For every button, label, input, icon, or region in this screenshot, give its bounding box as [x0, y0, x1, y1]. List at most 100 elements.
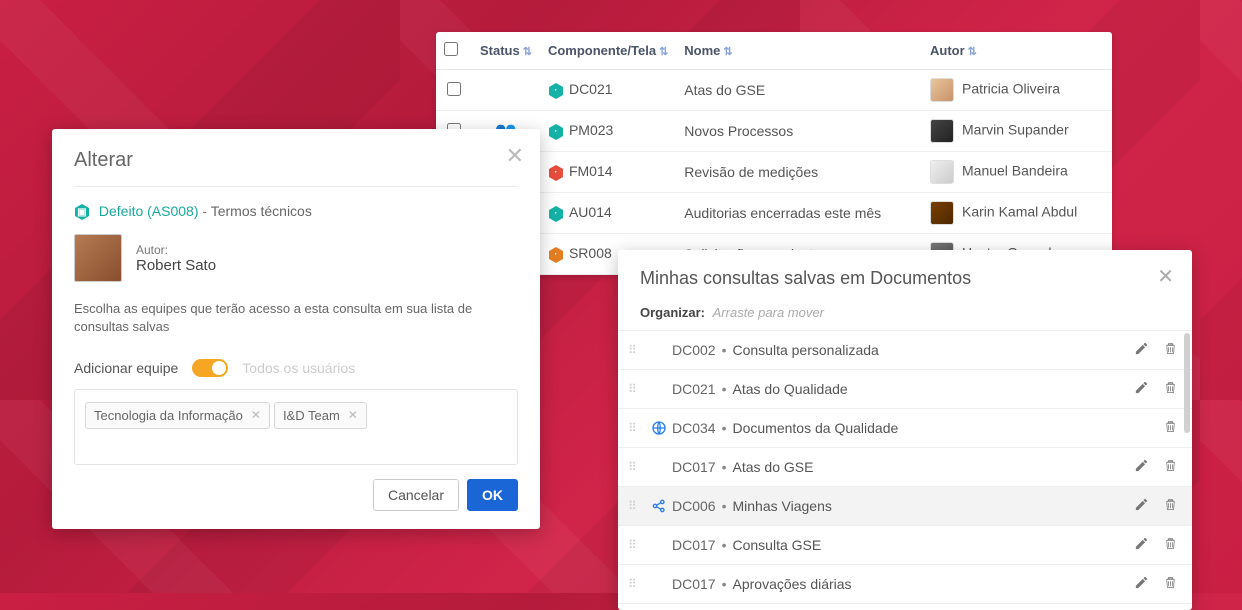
saved-query-row[interactable]: ⠿DC002•Consulta personalizada [618, 331, 1192, 370]
saved-query-code: DC034 [672, 420, 716, 436]
drag-handle-icon[interactable]: ⠿ [628, 421, 646, 435]
defect-line: ▣ Defeito (AS008) - Termos técnicos [74, 203, 518, 220]
saved-queries-list: ⠿DC002•Consulta personalizada⠿DC021•Atas… [618, 330, 1192, 604]
dialog-description: Escolha as equipes que terão acesso a es… [74, 300, 518, 336]
row-autor: Manuel Bandeira [922, 152, 1112, 193]
avatar [930, 119, 954, 143]
organize-label: Organizar: [640, 305, 705, 320]
cancel-button[interactable]: Cancelar [373, 479, 459, 511]
row-autor: Patricia Oliveira [922, 70, 1112, 111]
author-name: Karin Kamal Abdul [962, 204, 1077, 220]
header-componente[interactable]: Componente/Tela⇅ [540, 32, 676, 70]
drag-handle-icon[interactable]: ⠿ [628, 538, 646, 552]
saved-query-row[interactable]: ⠿DC006•Minhas Viagens [618, 487, 1192, 526]
header-checkbox-cell [436, 32, 472, 70]
avatar [930, 160, 954, 184]
type-icon: · [548, 247, 564, 263]
row-componente: ·FM014 [540, 152, 676, 193]
edit-icon[interactable] [1134, 380, 1149, 398]
edit-icon[interactable] [1134, 497, 1149, 515]
author-name: Robert Sato [136, 257, 216, 274]
sort-icon: ⇅ [523, 46, 532, 58]
saved-query-row[interactable]: ⠿DC017•Aprovações diárias [618, 565, 1192, 604]
saved-query-title: Consulta GSE [733, 537, 1135, 553]
add-team-toggle[interactable] [192, 359, 228, 377]
close-icon[interactable]: ✕ [506, 143, 524, 169]
globe-icon [646, 420, 672, 436]
all-users-label: Todos os usuários [242, 360, 355, 376]
dialog-title: Alterar [74, 149, 518, 172]
author-avatar [74, 234, 122, 282]
sort-icon: ⇅ [723, 46, 732, 58]
organize-hint: Arraste para mover [713, 305, 824, 320]
saved-query-row[interactable]: ⠿DC021•Atas do Qualidade [618, 370, 1192, 409]
trash-icon[interactable] [1163, 341, 1178, 359]
team-tag[interactable]: I&D Team ✕ [274, 402, 367, 429]
edit-icon[interactable] [1134, 458, 1149, 476]
saved-query-title: Atas do GSE [733, 459, 1135, 475]
saved-query-row[interactable]: ⠿DC017•Consulta GSE [618, 526, 1192, 565]
tag-remove-icon[interactable]: ✕ [348, 408, 358, 422]
saved-query-title: Consulta personalizada [733, 342, 1135, 358]
drag-handle-icon[interactable]: ⠿ [628, 382, 646, 396]
trash-icon[interactable] [1163, 380, 1178, 398]
saved-queries-title: Minhas consultas salvas em Documentos [618, 268, 1192, 289]
table-row[interactable]: ·DC021Atas do GSEPatricia Oliveira [436, 70, 1112, 111]
trash-icon[interactable] [1163, 497, 1178, 515]
ok-button[interactable]: OK [467, 479, 518, 511]
drag-handle-icon[interactable]: ⠿ [628, 577, 646, 591]
row-status [472, 70, 540, 111]
edit-icon[interactable] [1134, 341, 1149, 359]
saved-query-code: DC017 [672, 576, 716, 592]
tag-remove-icon[interactable]: ✕ [251, 408, 261, 422]
avatar [930, 78, 954, 102]
trash-icon[interactable] [1163, 536, 1178, 554]
header-status[interactable]: Status⇅ [472, 32, 540, 70]
author-label: Autor: [136, 243, 216, 257]
saved-query-row[interactable]: ⠿DC034•Documentos da Qualidade [618, 409, 1192, 448]
row-code: AU014 [569, 204, 612, 220]
drag-handle-icon[interactable]: ⠿ [628, 343, 646, 357]
edit-icon[interactable] [1134, 536, 1149, 554]
row-autor: Marvin Supander [922, 111, 1112, 152]
row-nome: Atas do GSE [676, 70, 922, 111]
author-name: Marvin Supander [962, 122, 1069, 138]
sort-icon: ⇅ [968, 46, 977, 58]
drag-handle-icon[interactable]: ⠿ [628, 460, 646, 474]
type-icon: · [548, 124, 564, 140]
tag-label: Tecnologia da Informação [94, 408, 243, 423]
row-nome: Auditorias encerradas este mês [676, 193, 922, 234]
team-tag[interactable]: Tecnologia da Informação ✕ [85, 402, 270, 429]
close-icon[interactable]: ✕ [1157, 264, 1174, 289]
header-autor[interactable]: Autor⇅ [922, 32, 1112, 70]
alterar-dialog: Alterar ✕ ▣ Defeito (AS008) - Termos téc… [52, 129, 540, 529]
scrollbar[interactable] [1184, 333, 1190, 433]
header-nome[interactable]: Nome⇅ [676, 32, 922, 70]
row-nome: Novos Processos [676, 111, 922, 152]
edit-icon[interactable] [1134, 575, 1149, 593]
tag-label: I&D Team [283, 408, 340, 423]
avatar [930, 201, 954, 225]
defect-type-icon: ▣ [74, 204, 90, 220]
row-code: PM023 [569, 122, 613, 138]
defect-label: Defeito (AS008) [99, 203, 199, 219]
type-icon: · [548, 165, 564, 181]
select-all-checkbox[interactable] [444, 42, 458, 56]
team-tag-area[interactable]: Tecnologia da Informação ✕ I&D Team ✕ [74, 389, 518, 465]
trash-icon[interactable] [1163, 575, 1178, 593]
row-checkbox[interactable] [447, 82, 461, 96]
saved-query-code: DC021 [672, 381, 716, 397]
saved-queries-panel: Minhas consultas salvas em Documentos ✕ … [618, 250, 1192, 610]
author-name: Patricia Oliveira [962, 81, 1060, 97]
row-componente: ·AU014 [540, 193, 676, 234]
saved-query-title: Atas do Qualidade [733, 381, 1135, 397]
trash-icon[interactable] [1163, 419, 1178, 437]
saved-query-row[interactable]: ⠿DC017•Atas do GSE [618, 448, 1192, 487]
drag-handle-icon[interactable]: ⠿ [628, 499, 646, 513]
saved-query-title: Aprovações diárias [733, 576, 1135, 592]
defect-name: Termos técnicos [211, 203, 312, 219]
trash-icon[interactable] [1163, 458, 1178, 476]
saved-query-code: DC002 [672, 342, 716, 358]
row-code: DC021 [569, 81, 613, 97]
add-team-label: Adicionar equipe [74, 360, 178, 376]
